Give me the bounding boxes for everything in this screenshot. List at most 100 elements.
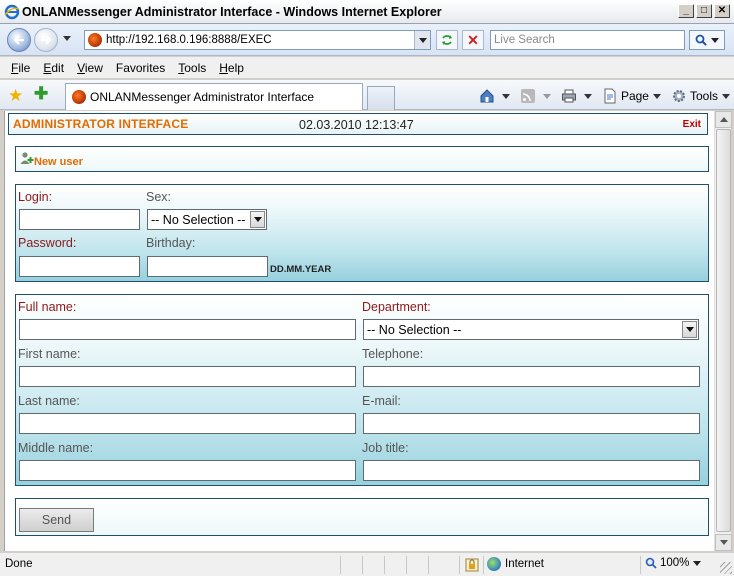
address-url: http://192.168.0.196:8888/EXEC bbox=[106, 34, 272, 46]
first-name-label: First name: bbox=[18, 347, 81, 361]
chevron-down-icon bbox=[711, 37, 719, 43]
stop-button[interactable]: ✕ bbox=[462, 30, 484, 50]
status-text: Done bbox=[5, 558, 33, 570]
new-user-link[interactable]: New user bbox=[34, 156, 83, 168]
send-button[interactable]: Send bbox=[19, 508, 94, 532]
home-icon bbox=[480, 89, 494, 103]
site-favicon-icon bbox=[88, 33, 102, 47]
first-name-input[interactable] bbox=[19, 366, 356, 387]
scroll-up-button[interactable] bbox=[715, 111, 732, 128]
favorites-star-icon[interactable]: ★ bbox=[8, 87, 23, 104]
security-zone[interactable]: Internet bbox=[487, 557, 544, 571]
middle-name-input[interactable] bbox=[19, 460, 356, 481]
close-button[interactable]: ✕ bbox=[714, 4, 730, 18]
tools-menu-button[interactable]: Tools bbox=[671, 88, 730, 104]
telephone-input[interactable] bbox=[363, 366, 700, 387]
print-button[interactable] bbox=[561, 88, 592, 104]
page-menu-button[interactable]: Page bbox=[602, 88, 661, 104]
maximize-button[interactable]: □ bbox=[696, 4, 712, 18]
birthday-label: Birthday: bbox=[146, 236, 196, 250]
protected-mode-lock-icon bbox=[465, 558, 479, 572]
email-label: E-mail: bbox=[362, 394, 401, 408]
login-input[interactable] bbox=[19, 209, 140, 230]
address-input[interactable]: http://192.168.0.196:8888/EXEC bbox=[84, 30, 431, 50]
zoom-control[interactable]: 100% bbox=[645, 557, 702, 569]
chevron-up-icon bbox=[719, 117, 728, 122]
server-datetime: 02.03.2010 12:13:47 bbox=[299, 118, 414, 132]
full-name-input[interactable] bbox=[19, 319, 356, 340]
menu-view[interactable]: View bbox=[77, 61, 103, 75]
menu-bar: File Edit View Favorites Tools Help bbox=[0, 57, 734, 79]
send-panel: Send bbox=[15, 498, 709, 536]
ie-logo-icon bbox=[4, 4, 20, 20]
page-title: ADMINISTRATOR INTERFACE bbox=[13, 117, 189, 131]
status-bar: Done Internet 100% bbox=[0, 552, 734, 576]
feeds-button[interactable] bbox=[520, 88, 551, 104]
search-button[interactable] bbox=[689, 30, 725, 50]
last-name-input[interactable] bbox=[19, 413, 356, 434]
zoom-magnifier-icon bbox=[645, 557, 657, 569]
minimize-button[interactable]: _ bbox=[678, 4, 694, 18]
full-name-label: Full name: bbox=[18, 300, 77, 314]
login-label: Login: bbox=[18, 190, 53, 204]
zone-label: Internet bbox=[505, 558, 544, 570]
sex-select[interactable]: -- No Selection -- bbox=[147, 209, 267, 230]
address-dropdown-button[interactable] bbox=[414, 31, 430, 49]
exit-link[interactable]: Exit bbox=[683, 119, 701, 130]
home-button[interactable] bbox=[479, 88, 510, 104]
back-button[interactable] bbox=[7, 28, 31, 52]
job-title-label: Job title: bbox=[362, 441, 409, 455]
add-user-icon bbox=[20, 152, 34, 164]
magnifier-icon bbox=[695, 34, 707, 46]
stop-x-icon: ✕ bbox=[467, 31, 479, 48]
sex-label: Sex: bbox=[146, 190, 172, 204]
search-input[interactable]: Live Search bbox=[490, 30, 685, 50]
scroll-down-button[interactable] bbox=[715, 534, 732, 551]
chevron-down-icon bbox=[253, 217, 262, 222]
site-favicon-icon bbox=[72, 90, 86, 104]
menu-favorites[interactable]: Favorites bbox=[116, 61, 165, 75]
add-favorites-icon[interactable]: ✚ bbox=[34, 85, 48, 102]
chevron-down-icon bbox=[418, 37, 427, 43]
user-details-panel: Full name: Department: -- No Selection -… bbox=[15, 294, 709, 486]
birthday-format-hint: DD.MM.YEAR bbox=[270, 264, 332, 275]
new-user-panel: New user bbox=[15, 146, 709, 172]
globe-icon bbox=[487, 557, 501, 571]
page-content: ADMINISTRATOR INTERFACE 02.03.2010 12:13… bbox=[4, 111, 714, 551]
address-toolbar: http://192.168.0.196:8888/EXEC ✕ Live Se… bbox=[0, 24, 734, 56]
forward-arrow-icon bbox=[41, 35, 52, 45]
printer-icon bbox=[561, 89, 576, 103]
tab-admin-interface[interactable]: ONLANMessenger Administrator Interface bbox=[65, 83, 363, 110]
menu-help[interactable]: Help bbox=[219, 61, 244, 75]
header-panel: ADMINISTRATOR INTERFACE 02.03.2010 12:13… bbox=[8, 113, 708, 135]
menu-tools[interactable]: Tools bbox=[178, 61, 206, 75]
scroll-thumb[interactable] bbox=[716, 129, 731, 532]
last-name-label: Last name: bbox=[18, 394, 80, 408]
menu-edit[interactable]: Edit bbox=[43, 61, 64, 75]
password-label: Password: bbox=[18, 236, 77, 250]
recent-pages-dropdown[interactable] bbox=[63, 36, 71, 41]
tab-label: ONLANMessenger Administrator Interface bbox=[90, 90, 315, 104]
window-title: ONLANMessenger Administrator Interface -… bbox=[22, 4, 442, 19]
forward-button[interactable] bbox=[34, 28, 58, 52]
page-icon bbox=[604, 88, 616, 104]
password-input[interactable] bbox=[19, 256, 140, 277]
email-input[interactable] bbox=[363, 413, 700, 434]
back-arrow-icon bbox=[13, 35, 24, 45]
tab-bar: ★ ✚ ONLANMessenger Administrator Interfa… bbox=[0, 80, 734, 110]
chevron-down-icon bbox=[685, 327, 694, 332]
chevron-down-icon bbox=[693, 560, 702, 566]
window-title-bar: ONLANMessenger Administrator Interface -… bbox=[0, 0, 734, 24]
middle-name-label: Middle name: bbox=[18, 441, 94, 455]
department-label: Department: bbox=[362, 300, 431, 314]
menu-file[interactable]: File bbox=[11, 61, 30, 75]
birthday-input[interactable] bbox=[147, 256, 268, 277]
vertical-scrollbar[interactable] bbox=[714, 111, 732, 551]
gear-icon bbox=[672, 90, 685, 102]
department-select[interactable]: -- No Selection -- bbox=[363, 319, 699, 340]
new-tab-button[interactable] bbox=[367, 86, 395, 110]
refresh-button[interactable] bbox=[436, 30, 458, 50]
job-title-input[interactable] bbox=[363, 460, 700, 481]
refresh-icon bbox=[442, 35, 452, 45]
resize-grip[interactable] bbox=[720, 562, 732, 574]
